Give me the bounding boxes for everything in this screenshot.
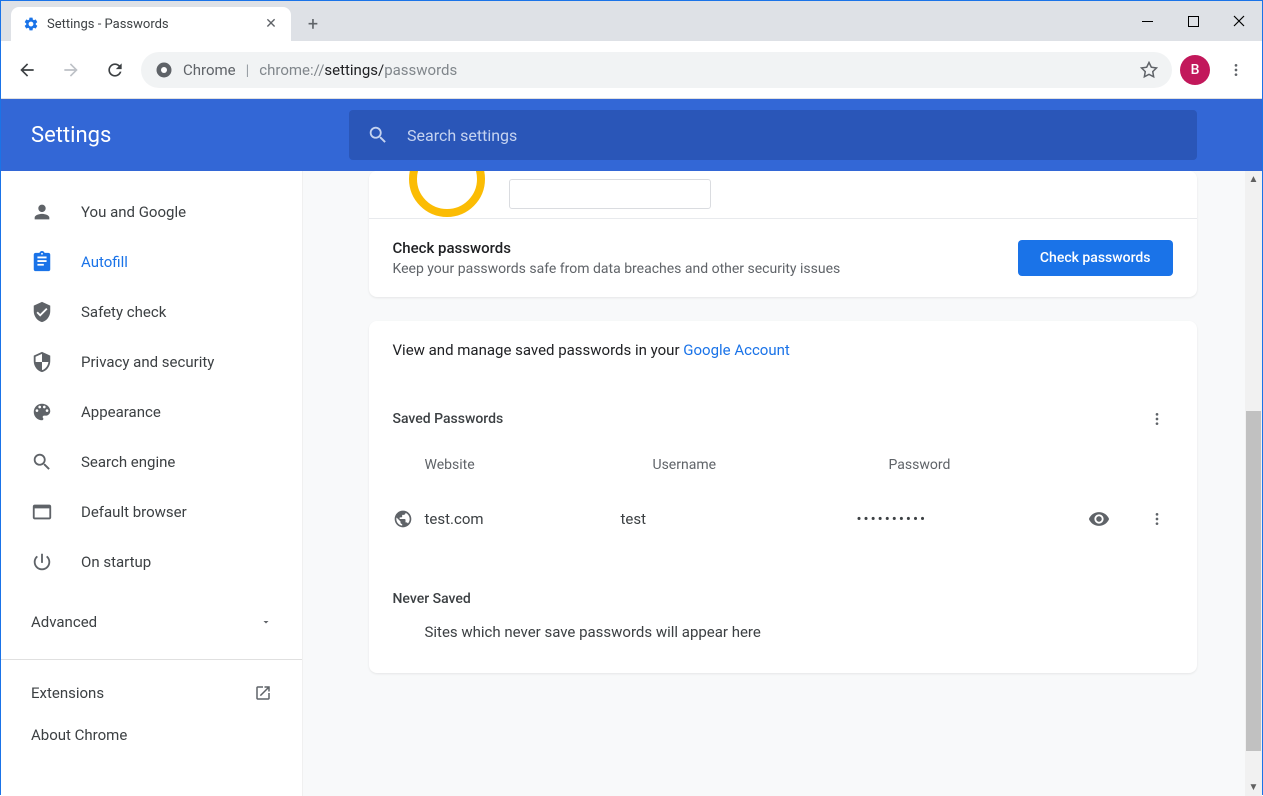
chevron-down-icon: [260, 616, 272, 628]
settings-search-input[interactable]: [407, 126, 1179, 145]
scrollbar[interactable]: ▲ ▼: [1245, 171, 1262, 796]
password-row-menu-button[interactable]: [1141, 503, 1173, 535]
password-row[interactable]: test.com test ••••••••••: [369, 487, 1197, 551]
sidebar-item-label: Safety check: [81, 303, 166, 321]
check-title: Check passwords: [393, 239, 841, 257]
close-tab-button[interactable]: ✕: [263, 16, 279, 32]
minimize-button[interactable]: [1124, 1, 1170, 41]
shield-check-icon: [31, 301, 53, 323]
main-content: Check passwords Keep your passwords safe…: [303, 171, 1262, 796]
sidebar-item-you-and-google[interactable]: You and Google: [1, 187, 302, 237]
username-value: test: [621, 510, 857, 528]
external-link-icon: [254, 684, 272, 702]
google-account-link[interactable]: Google Account: [683, 341, 790, 359]
check-passwords-card: Check passwords Keep your passwords safe…: [369, 171, 1197, 297]
sidebar-advanced-toggle[interactable]: Advanced: [1, 597, 302, 647]
check-passwords-button[interactable]: Check passwords: [1018, 240, 1173, 276]
browser-tab[interactable]: Settings - Passwords ✕: [11, 7, 291, 41]
password-masked: ••••••••••: [857, 510, 1081, 528]
settings-sidebar: You and Google Autofill Safety check Pri…: [1, 171, 303, 796]
tab-title: Settings - Passwords: [47, 17, 255, 32]
sidebar-item-on-startup[interactable]: On startup: [1, 537, 302, 587]
sidebar-extensions[interactable]: Extensions: [1, 672, 302, 714]
sidebar-item-search-engine[interactable]: Search engine: [1, 437, 302, 487]
sidebar-item-appearance[interactable]: Appearance: [1, 387, 302, 437]
site-name: test.com: [425, 510, 484, 528]
sidebar-item-label: Autofill: [81, 253, 128, 271]
person-icon: [31, 201, 53, 223]
palette-icon: [31, 401, 53, 423]
sidebar-about-chrome[interactable]: About Chrome: [1, 714, 302, 756]
shield-icon: [31, 351, 53, 373]
search-icon: [31, 451, 53, 473]
bookmark-star-icon[interactable]: [1140, 61, 1158, 79]
sidebar-item-label: You and Google: [81, 203, 186, 221]
chrome-menu-button[interactable]: [1218, 52, 1254, 88]
clipboard-icon: [31, 251, 53, 273]
col-password: Password: [889, 457, 1173, 473]
window-controls: [1124, 1, 1262, 41]
sidebar-item-label: Appearance: [81, 403, 161, 421]
profile-avatar[interactable]: B: [1180, 55, 1210, 85]
browser-toolbar: Chrome | chrome://settings/passwords B: [1, 41, 1262, 99]
sidebar-item-default-browser[interactable]: Default browser: [1, 487, 302, 537]
forward-button[interactable]: [53, 52, 89, 88]
close-window-button[interactable]: [1216, 1, 1262, 41]
saved-passwords-menu-button[interactable]: [1141, 403, 1173, 435]
check-subtitle: Keep your passwords safe from data breac…: [393, 261, 841, 277]
globe-icon: [393, 509, 413, 529]
table-header: Website Username Password: [369, 439, 1197, 487]
address-bar[interactable]: Chrome | chrome://settings/passwords: [141, 52, 1172, 88]
sidebar-item-autofill[interactable]: Autofill: [1, 237, 302, 287]
search-icon: [367, 124, 389, 146]
sidebar-item-privacy[interactable]: Privacy and security: [1, 337, 302, 387]
saved-passwords-heading: Saved Passwords: [393, 411, 504, 427]
show-password-button[interactable]: [1081, 501, 1117, 537]
chrome-logo-icon: [155, 61, 173, 79]
col-username: Username: [653, 457, 889, 473]
saved-passwords-card: View and manage saved passwords in your …: [369, 321, 1197, 673]
google-account-link-section: View and manage saved passwords in your …: [369, 321, 1197, 391]
back-button[interactable]: [9, 52, 45, 88]
power-icon: [31, 551, 53, 573]
never-saved-body: Sites which never save passwords will ap…: [369, 623, 1197, 673]
reload-button[interactable]: [97, 52, 133, 88]
sidebar-item-label: On startup: [81, 553, 151, 571]
new-tab-button[interactable]: +: [299, 10, 327, 38]
never-saved-heading: Never Saved: [369, 551, 1197, 623]
settings-header: Settings: [1, 99, 1262, 171]
divider: [1, 659, 302, 660]
url-scheme: Chrome: [183, 61, 236, 79]
scroll-up-arrow[interactable]: ▲: [1245, 171, 1262, 188]
browser-icon: [31, 501, 53, 523]
sidebar-item-safety-check[interactable]: Safety check: [1, 287, 302, 337]
scroll-down-arrow[interactable]: ▼: [1245, 779, 1262, 796]
sidebar-item-label: Privacy and security: [81, 353, 214, 371]
illustration: [369, 171, 1197, 219]
settings-title: Settings: [31, 123, 349, 148]
sidebar-item-label: Search engine: [81, 453, 175, 471]
window-titlebar: Settings - Passwords ✕ +: [1, 1, 1262, 41]
gear-icon: [23, 16, 39, 32]
settings-search[interactable]: [349, 110, 1197, 160]
sidebar-item-label: Default browser: [81, 503, 187, 521]
col-website: Website: [425, 457, 653, 473]
scrollbar-thumb[interactable]: [1246, 411, 1261, 751]
maximize-button[interactable]: [1170, 1, 1216, 41]
